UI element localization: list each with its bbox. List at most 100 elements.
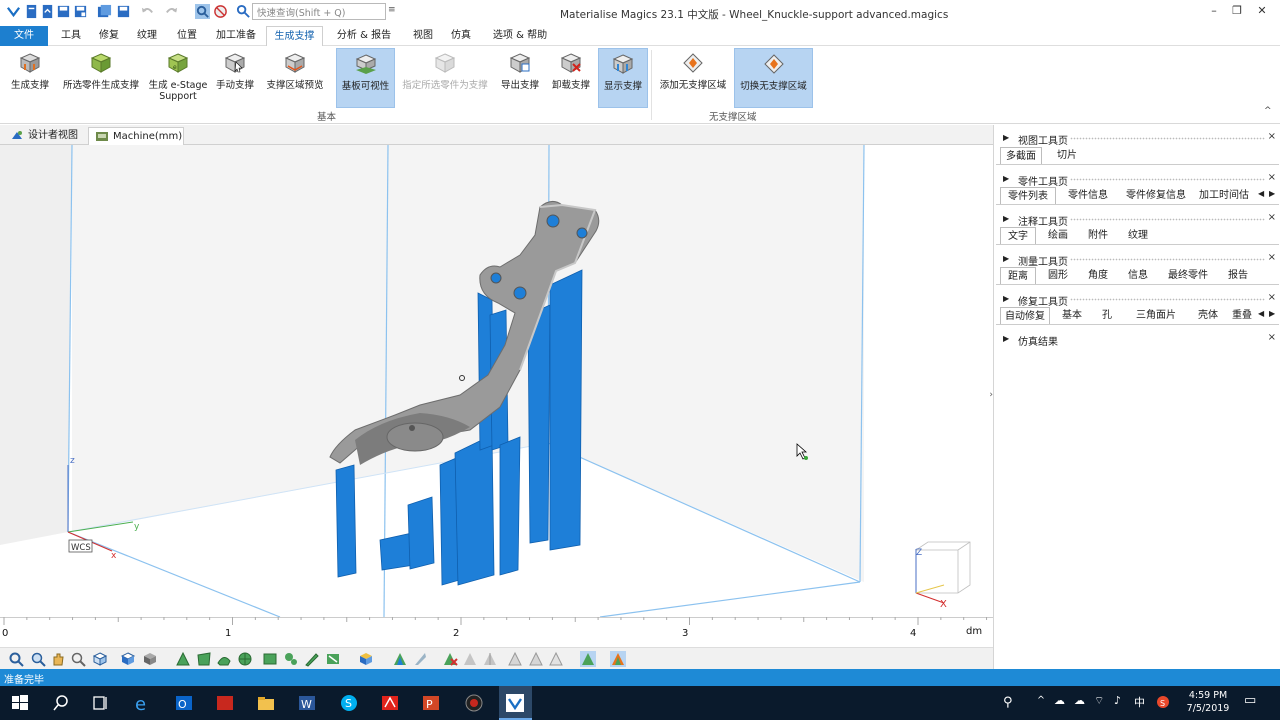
edge-icon[interactable]: e [133,693,153,713]
export-support-button[interactable]: 导出支撑 [496,48,544,108]
tab-scroll-right-icon[interactable]: ▶ [1269,189,1279,203]
mark-plane-icon[interactable] [412,651,428,667]
tab-distance[interactable]: 距离 [1000,267,1036,284]
zoom-window-icon[interactable] [30,651,46,667]
menu-analyze-report[interactable]: 分析 & 报告 [330,26,398,46]
search-icon[interactable] [51,693,71,713]
menu-texture[interactable]: 纹理 [128,26,166,46]
tab-scroll-left-icon[interactable]: ◀ [1258,309,1268,323]
foxit-reader-icon[interactable] [215,693,235,713]
magics-logo-icon[interactable] [6,4,21,19]
close-icon[interactable]: × [1268,131,1276,142]
menu-simulation[interactable]: 仿真 [443,26,479,46]
menu-build-prep[interactable]: 加工准备 [210,26,262,46]
tab-triangles[interactable]: 三角面片 [1126,307,1186,324]
lasso-select-icon[interactable] [283,651,299,667]
outlook-icon[interactable]: O [174,693,194,713]
close-icon[interactable]: × [1268,292,1276,303]
tab-designer-view[interactable]: 设计者视图 [4,127,84,145]
expand-arrow-icon[interactable]: ▶ [1003,214,1009,223]
shrink-marking-icon[interactable] [548,651,564,667]
tab-slice[interactable]: 切片 [1046,147,1088,164]
word-icon[interactable]: W [297,693,317,713]
tab-multi-section[interactable]: 多截面 [1000,147,1042,164]
panel-grip[interactable] [1070,178,1265,181]
tab-report[interactable]: 报告 [1220,267,1256,284]
3d-viewport[interactable]: z y x WCS Z X › [0,145,993,617]
tab-auto-fix[interactable]: 自动修复 [1000,307,1050,324]
platform-visibility-button[interactable]: 基板可视性 [336,48,395,108]
close-icon[interactable]: × [1268,252,1276,263]
mark-triangles-icon[interactable] [392,651,408,667]
show-support-button[interactable]: 显示支撑 [598,48,648,108]
start-icon[interactable] [10,693,30,713]
tab-shells[interactable]: 壳体 [1190,307,1226,324]
tab-scroll-left-icon[interactable]: ◀ [1258,189,1268,203]
screen-recorder-icon[interactable] [464,693,484,713]
menu-view[interactable]: 视图 [405,26,441,46]
close-icon[interactable]: × [1268,332,1276,343]
powerpoint-icon[interactable]: P [421,693,441,713]
close-button[interactable]: ✕ [1252,4,1272,20]
acrobat-icon[interactable] [380,693,400,713]
unmark-icon[interactable] [442,651,458,667]
menu-options-help[interactable]: 选项 & 帮助 [488,26,552,46]
brush-select-icon[interactable] [304,651,320,667]
skype-icon[interactable]: S [339,693,359,713]
minimize-button[interactable]: – [1204,4,1224,20]
tab-angle[interactable]: 角度 [1080,267,1116,284]
save-all-icon[interactable] [97,4,112,19]
support-area-preview-button[interactable]: 支撑区域预览 [262,48,328,108]
undo-icon[interactable] [140,4,155,19]
tab-part-info[interactable]: 零件信息 [1060,187,1116,204]
tab-scroll-right-icon[interactable]: ▶ [1269,309,1279,323]
tab-circle[interactable]: 圆形 [1040,267,1076,284]
open-file-icon[interactable] [40,4,55,19]
shell-select-icon[interactable] [237,651,253,667]
panel-grip[interactable] [1070,258,1265,261]
volume-icon[interactable]: ♪ [1114,694,1121,707]
tab-holes[interactable]: 孔 [1094,307,1120,324]
generate-support-button[interactable]: 生成支撑 [4,48,56,108]
save-project-icon[interactable] [116,4,131,19]
ime-indicator[interactable]: 中 [1134,694,1145,710]
onedrive-icon[interactable]: ☁ [1054,694,1065,707]
rotate-view-icon[interactable] [92,651,108,667]
expand-arrow-icon[interactable]: ▶ [1003,334,1009,343]
close-icon[interactable]: × [1268,172,1276,183]
close-icon[interactable]: × [1268,212,1276,223]
expand-arrow-icon[interactable]: ▶ [1003,254,1009,263]
tab-text[interactable]: 文字 [1000,227,1036,244]
measure-tool-page-header[interactable]: ▶ 测量工具页 × [994,251,1280,268]
part-filter-icon[interactable] [213,4,228,19]
cloud-icon[interactable]: ☁ [1074,694,1085,707]
support-surface-icon[interactable] [610,651,626,667]
generate-selected-support-button[interactable]: 所选零件生成支撑 [58,48,144,108]
task-view-icon[interactable] [90,693,110,713]
tab-build-time[interactable]: 加工时间估 [1196,187,1252,204]
wifi-icon[interactable]: ⌔ [1094,694,1104,708]
shaded-view-icon[interactable] [142,651,158,667]
fix-tool-page-header[interactable]: ▶ 修复工具页 × [994,291,1280,308]
notification-icon[interactable]: ▭ [1244,693,1256,708]
restore-button[interactable]: ❐ [1227,4,1247,20]
triangle-select-icon[interactable] [175,651,191,667]
expand-arrow-icon[interactable]: ▶ [1003,133,1009,142]
expand-arrow-icon[interactable]: ▶ [1003,294,1009,303]
mark-shell-icon[interactable] [462,651,478,667]
plane-select-icon[interactable] [196,651,212,667]
menu-position[interactable]: 位置 [168,26,206,46]
toggle-no-support-area-button[interactable]: 切换无支撑区域 [734,48,813,108]
pan-icon[interactable] [50,651,66,667]
tab-attachment[interactable]: 附件 [1080,227,1116,244]
quick-search-input[interactable]: 快速查询(Shift + Q) [252,3,386,20]
zoom-part-icon[interactable] [195,4,210,19]
quick-access-customize-icon[interactable]: ≡ [388,5,396,15]
menu-generate-support[interactable]: 生成支撑 [266,26,323,46]
sogou-ime-icon[interactable]: S [1156,695,1170,709]
tab-info[interactable]: 信息 [1120,267,1156,284]
simulation-results-header[interactable]: ▶ 仿真结果 × [994,331,1280,348]
menu-tools[interactable]: 工具 [52,26,90,46]
view-cube[interactable]: Z X [915,541,971,610]
tab-final-part[interactable]: 最终零件 [1160,267,1216,284]
